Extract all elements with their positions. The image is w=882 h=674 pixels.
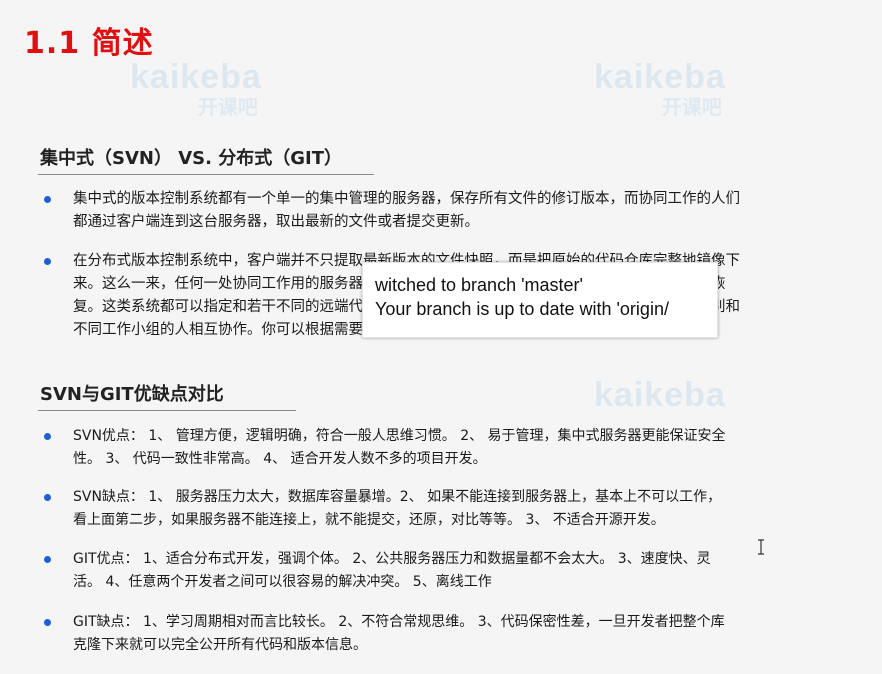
list-item: GIT缺点： 1、学习周期相对而言比较长。 2、不符合常规思维。 3、代码保密性… — [73, 611, 813, 657]
text-line: SVN优点： 1、 管理方便，逻辑明确，符合一般人思维习惯。 2、 易于管理，集… — [73, 428, 726, 444]
text-line: SVN缺点： 1、 服务器压力太大，数据库容量暴增。2、 如果不能连接到服务器上… — [73, 489, 722, 505]
terminal-line: witched to branch 'master' — [375, 275, 583, 295]
section-heading: 集中式（SVN） VS. 分布式（GIT） — [40, 148, 342, 169]
list-item: SVN优点： 1、 管理方便，逻辑明确，符合一般人思维习惯。 2、 易于管理，集… — [73, 425, 813, 471]
terminal-overlay: witched to branch 'master' Your branch i… — [362, 262, 718, 338]
page-title: 1.1 简述 — [24, 26, 154, 61]
list-item: 集中式的版本控制系统都有一个单一的集中管理的服务器，保存所有文件的修订版本，而协… — [73, 188, 813, 234]
watermark-logo: kaikeba 开课吧 — [130, 58, 262, 120]
bullet-dot-icon — [44, 258, 51, 265]
bullet-dot-icon — [44, 433, 51, 440]
bullet-dot-icon — [44, 494, 51, 501]
section-divider — [38, 174, 374, 175]
list-item: SVN缺点： 1、 服务器压力太大，数据库容量暴增。2、 如果不能连接到服务器上… — [73, 486, 813, 532]
bullet-dot-icon — [44, 196, 51, 203]
watermark-brand: kaikeba — [594, 376, 726, 414]
section-heading: SVN与GIT优缺点对比 — [40, 384, 224, 405]
bullet-dot-icon — [44, 556, 51, 563]
text-line: GIT缺点： 1、学习周期相对而言比较长。 2、不符合常规思维。 3、代码保密性… — [73, 614, 725, 630]
text-line: 集中式的版本控制系统都有一个单一的集中管理的服务器，保存所有文件的修订版本，而协… — [73, 191, 740, 207]
text-line: 看上面第二步，如果服务器不能连接上，就不能提交，还原，对比等等。 3、 不适合开… — [73, 512, 665, 528]
watermark-logo: kaikeba — [594, 376, 726, 415]
watermark-logo: kaikeba 开课吧 — [594, 58, 726, 120]
text-line: 都通过客户端连到这台服务器，取出最新的文件或者提交更新。 — [73, 214, 479, 230]
text-line: GIT优点： 1、适合分布式开发，强调个体。 2、公共服务器压力和数据量都不会太… — [73, 551, 711, 567]
list-item: GIT优点： 1、适合分布式开发，强调个体。 2、公共服务器压力和数据量都不会太… — [73, 548, 813, 594]
text-line: 性。 3、 代码一致性非常高。 4、 适合开发人数不多的项目开发。 — [73, 451, 487, 467]
terminal-line: Your branch is up to date with 'origin/ — [375, 299, 669, 319]
text-line: 活。 4、任意两个开发者之间可以很容易的解决冲突。 5、离线工作 — [73, 574, 492, 590]
text-cursor-icon — [756, 539, 766, 555]
bullet-dot-icon — [44, 619, 51, 626]
text-line: 克隆下来就可以完全公开所有代码和版本信息。 — [73, 637, 367, 653]
section-divider — [38, 410, 296, 411]
